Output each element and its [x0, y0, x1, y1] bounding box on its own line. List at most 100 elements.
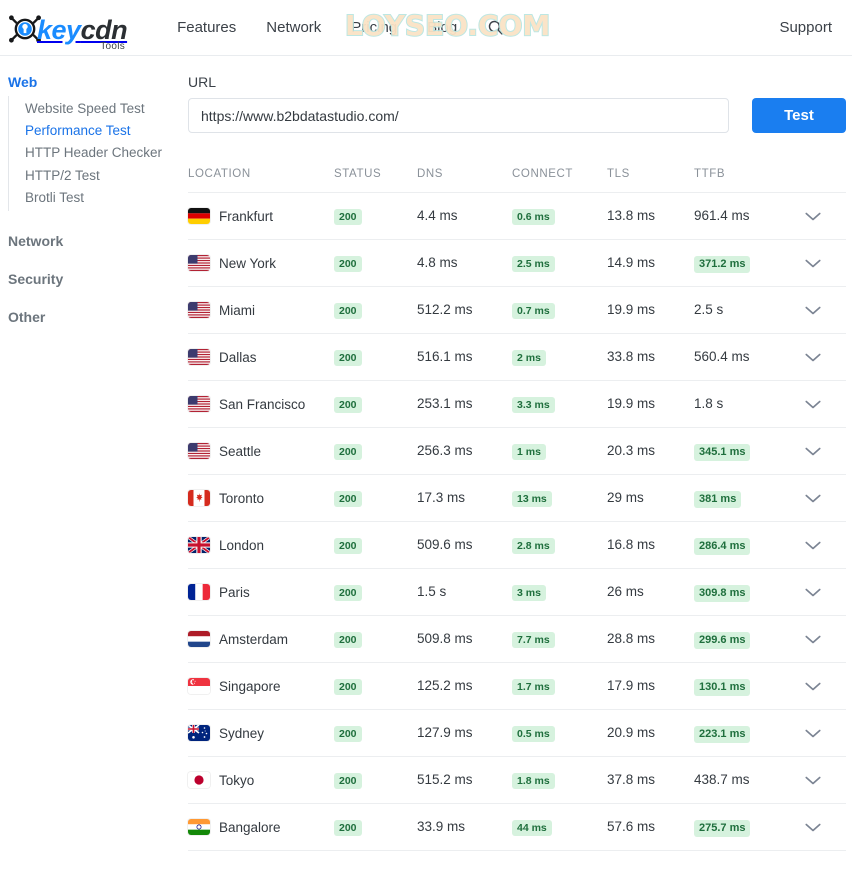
table-row[interactable]: Sydney 200 127.9 ms 0.5 ms 20.9 ms 223.1… — [188, 710, 846, 757]
flag-us-icon — [188, 396, 210, 412]
expand-row-button[interactable] — [804, 775, 846, 786]
location-name: Singapore — [219, 678, 281, 694]
tls-value: 29 ms — [607, 490, 644, 505]
status-badge: 200 — [334, 255, 362, 273]
test-button[interactable]: Test — [752, 98, 846, 133]
nav-item-pricing[interactable]: Pricing — [351, 19, 397, 36]
search-icon[interactable] — [487, 19, 504, 36]
cell-location: Toronto — [188, 490, 334, 506]
cell-connect: 2 ms — [512, 348, 607, 367]
nav-item-features[interactable]: Features — [177, 19, 236, 36]
expand-row-button[interactable] — [804, 587, 846, 598]
status-badge: 200 — [334, 490, 362, 508]
cell-ttfb: 560.4 ms — [694, 348, 804, 366]
cell-status: 200 — [334, 395, 417, 414]
sidebar-item-performance-test[interactable]: Performance Test — [9, 120, 178, 142]
sidebar-item-http2-test[interactable]: HTTP/2 Test — [9, 165, 178, 187]
location-name: Frankfurt — [219, 208, 274, 224]
table-row[interactable]: Toronto 200 17.3 ms 13 ms 29 ms 381 ms — [188, 475, 846, 522]
cell-dns: 512.2 ms — [417, 301, 512, 319]
cell-tls: 20.9 ms — [607, 724, 694, 742]
nav-item-blog[interactable]: Blog — [427, 19, 457, 36]
expand-row-button[interactable] — [804, 446, 846, 457]
connect-badge: 7.7 ms — [512, 631, 555, 649]
table-row[interactable]: Tokyo 200 515.2 ms 1.8 ms 37.8 ms 438.7 … — [188, 757, 846, 804]
table-row[interactable]: Dallas 200 516.1 ms 2 ms 33.8 ms 560.4 m… — [188, 334, 846, 381]
expand-row-button[interactable] — [804, 493, 846, 504]
cell-dns: 33.9 ms — [417, 818, 512, 836]
nav-item-network[interactable]: Network — [266, 19, 321, 36]
expand-row-button[interactable] — [804, 634, 846, 645]
cell-location: New York — [188, 255, 334, 271]
sidebar-group-web[interactable]: Web — [0, 74, 178, 96]
table-row[interactable]: Bangalore 200 33.9 ms 44 ms 57.6 ms 275.… — [188, 804, 846, 851]
cell-connect: 0.6 ms — [512, 207, 607, 226]
sidebar-group-other[interactable]: Other — [0, 309, 178, 325]
status-badge: 200 — [334, 725, 362, 743]
expand-row-button[interactable] — [804, 211, 846, 222]
location-name: Seattle — [219, 443, 262, 459]
sidebar-item-http-header-checker[interactable]: HTTP Header Checker — [9, 142, 178, 164]
cell-location: Bangalore — [188, 819, 334, 835]
dns-value: 4.4 ms — [417, 208, 458, 223]
cell-location: San Francisco — [188, 396, 334, 412]
table-row[interactable]: Miami 200 512.2 ms 0.7 ms 19.9 ms 2.5 s — [188, 287, 846, 334]
location-name: Amsterdam — [219, 631, 289, 647]
cell-ttfb: 223.1 ms — [694, 724, 804, 743]
cell-status: 200 — [334, 442, 417, 461]
brand-logo[interactable]: keycdn Tools — [8, 8, 128, 52]
expand-row-button[interactable] — [804, 681, 846, 692]
expand-row-button[interactable] — [804, 822, 846, 833]
cell-dns: 4.8 ms — [417, 254, 512, 272]
cell-connect: 1 ms — [512, 442, 607, 461]
cell-connect: 2.5 ms — [512, 254, 607, 273]
status-badge: 200 — [334, 396, 362, 414]
cell-ttfb: 275.7 ms — [694, 818, 804, 837]
status-badge: 200 — [334, 584, 362, 602]
cell-connect: 44 ms — [512, 818, 607, 837]
expand-row-button[interactable] — [804, 540, 846, 551]
connect-badge: 44 ms — [512, 819, 552, 837]
sidebar-group-network[interactable]: Network — [0, 233, 178, 249]
sidebar-group-security[interactable]: Security — [0, 271, 178, 287]
cell-status: 200 — [334, 724, 417, 743]
expand-row-button[interactable] — [804, 399, 846, 410]
table-row[interactable]: Paris 200 1.5 s 3 ms 26 ms 309.8 ms — [188, 569, 846, 616]
ttfb-value: 2.5 s — [694, 302, 724, 317]
cell-location: Amsterdam — [188, 631, 334, 647]
sidebar-item-brotli-test[interactable]: Brotli Test — [9, 187, 178, 209]
expand-row-button[interactable] — [804, 258, 846, 269]
table-row[interactable]: Singapore 200 125.2 ms 1.7 ms 17.9 ms 13… — [188, 663, 846, 710]
expand-row-button[interactable] — [804, 728, 846, 739]
table-row[interactable]: Amsterdam 200 509.8 ms 7.7 ms 28.8 ms 29… — [188, 616, 846, 663]
url-input[interactable] — [188, 98, 729, 133]
table-row[interactable]: Seattle 200 256.3 ms 1 ms 20.3 ms 345.1 … — [188, 428, 846, 475]
table-row[interactable]: San Francisco 200 253.1 ms 3.3 ms 19.9 m… — [188, 381, 846, 428]
column-header-location: LOCATION — [188, 167, 251, 180]
table-row[interactable]: Frankfurt 200 4.4 ms 0.6 ms 13.8 ms 961.… — [188, 193, 846, 240]
ttfb-badge: 381 ms — [694, 490, 742, 508]
nav-item-support[interactable]: Support — [779, 19, 832, 36]
table-row[interactable]: New York 200 4.8 ms 2.5 ms 14.9 ms 371.2… — [188, 240, 846, 287]
flag-in-icon — [188, 819, 210, 835]
expand-row-button[interactable] — [804, 352, 846, 363]
table-row[interactable]: London 200 509.6 ms 2.8 ms 16.8 ms 286.4… — [188, 522, 846, 569]
dns-value: 509.6 ms — [417, 537, 473, 552]
cell-connect: 2.8 ms — [512, 536, 607, 555]
expand-row-button[interactable] — [804, 305, 846, 316]
connect-badge: 1 ms — [512, 443, 546, 461]
status-badge: 200 — [334, 772, 362, 790]
dns-value: 253.1 ms — [417, 396, 473, 411]
status-badge: 200 — [334, 819, 362, 837]
dns-value: 127.9 ms — [417, 725, 473, 740]
cell-connect: 1.8 ms — [512, 771, 607, 790]
cell-ttfb: 309.8 ms — [694, 583, 804, 602]
dns-value: 125.2 ms — [417, 678, 473, 693]
dns-value: 516.1 ms — [417, 349, 473, 364]
location-name: Dallas — [219, 349, 257, 365]
sidebar-item-website-speed-test[interactable]: Website Speed Test — [9, 98, 178, 120]
tls-value: 16.8 ms — [607, 537, 656, 552]
cell-tls: 14.9 ms — [607, 254, 694, 272]
cell-tls: 19.9 ms — [607, 301, 694, 319]
cell-dns: 253.1 ms — [417, 395, 512, 413]
